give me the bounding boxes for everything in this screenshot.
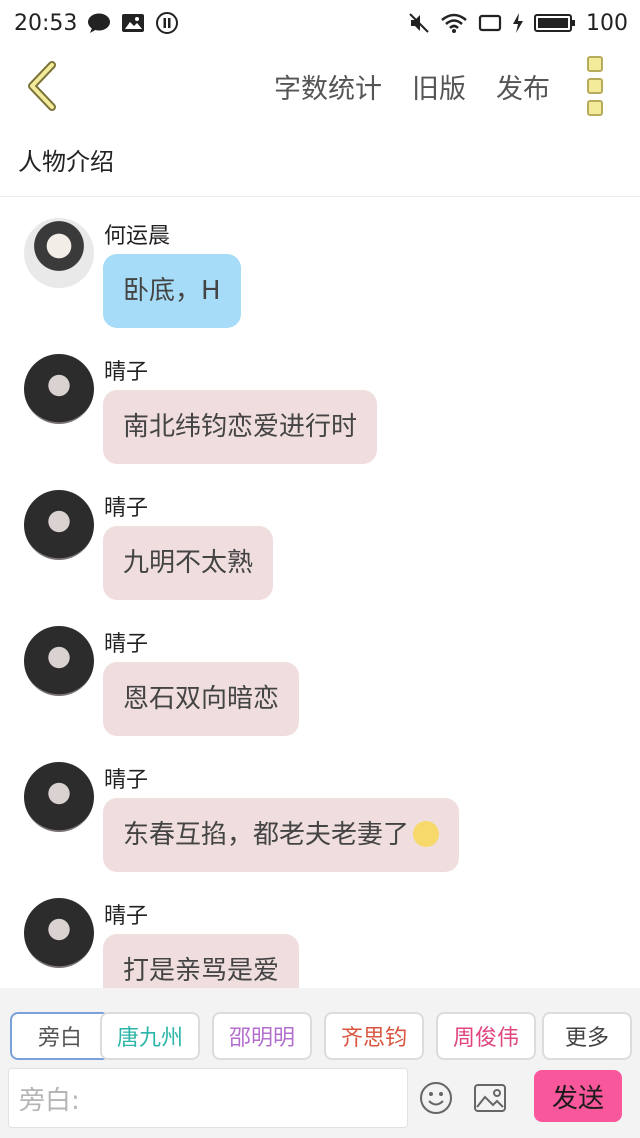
message-bubble[interactable]: 打是亲骂是爱 <box>103 934 300 988</box>
more-characters-button[interactable]: 更多 <box>542 1012 632 1060</box>
avatar[interactable] <box>24 490 94 560</box>
sender-name: 晴子 <box>104 360 149 385</box>
character-chip-narrator[interactable]: 旁白 <box>10 1012 110 1060</box>
battery-icon <box>534 13 576 33</box>
wifi-icon <box>440 12 468 34</box>
message-text: 东春互掐，都老夫老妻了 <box>123 820 410 850</box>
avatar[interactable] <box>24 218 94 288</box>
message-text: 卧底，H <box>123 276 221 306</box>
more-options-button[interactable] <box>580 56 610 116</box>
chip-label: 齐思钧 <box>340 1026 407 1051</box>
more-dot-icon <box>587 78 603 94</box>
message-bubble[interactable]: 九明不太熟 <box>103 526 274 600</box>
back-button[interactable] <box>24 58 64 114</box>
pause-notification-icon <box>155 11 179 35</box>
section-title: 人物介绍 <box>18 148 114 176</box>
back-arrow-icon <box>28 61 56 111</box>
status-right: 100 <box>408 11 628 36</box>
sender-name: 晴子 <box>104 768 149 793</box>
publish-button[interactable]: 发布 <box>496 67 550 106</box>
send-button[interactable]: 发送 <box>534 1070 622 1122</box>
chat-notification-icon <box>87 12 111 34</box>
more-dot-icon <box>587 56 603 72</box>
message-text: 打是亲骂是爱 <box>123 956 280 986</box>
character-chip[interactable]: 唐九州 <box>100 1012 200 1060</box>
word-count-button[interactable]: 字数统计 <box>274 67 382 106</box>
emoji-icon <box>420 1082 452 1114</box>
avatar[interactable] <box>24 626 94 696</box>
input-placeholder: 旁白: <box>19 1085 80 1116</box>
image-notification-icon <box>121 13 145 33</box>
message-list[interactable]: 何运晨 卧底，H 晴子 南北纬钧恋爱进行时 晴子 九明不太熟 晴子 恩石双向暗恋… <box>0 200 640 988</box>
sender-name: 何运晨 <box>104 224 171 249</box>
message-input[interactable]: 旁白: <box>8 1068 408 1128</box>
smirk-emoji-icon <box>413 820 440 847</box>
divider <box>0 196 640 197</box>
status-bar: 20:53 100 <box>0 0 640 46</box>
avatar[interactable] <box>24 898 94 968</box>
sender-name: 晴子 <box>104 904 149 929</box>
charging-icon <box>512 12 524 34</box>
chip-label: 更多 <box>564 1026 609 1051</box>
input-bar: 旁白: 发送 <box>0 1066 640 1138</box>
old-version-button[interactable]: 旧版 <box>412 67 466 106</box>
toolbar-actions: 字数统计 旧版 发布 <box>274 46 640 126</box>
avatar[interactable] <box>24 762 94 832</box>
send-label: 发送 <box>551 1083 604 1114</box>
message-text: 南北纬钧恋爱进行时 <box>123 412 358 442</box>
chip-label: 唐九州 <box>116 1026 183 1051</box>
more-dot-icon <box>587 100 603 116</box>
status-left: 20:53 <box>14 11 179 36</box>
image-icon <box>474 1084 506 1112</box>
chip-label: 邵明明 <box>228 1026 295 1051</box>
message-bubble[interactable]: 东春互掐，都老夫老妻了 <box>103 798 460 872</box>
character-chip[interactable]: 邵明明 <box>212 1012 312 1060</box>
sender-name: 晴子 <box>104 632 149 657</box>
message-bubble[interactable]: 卧底，H <box>103 254 241 328</box>
chip-label: 旁白 <box>37 1026 82 1051</box>
chip-label: 周俊伟 <box>452 1026 519 1051</box>
image-button[interactable] <box>470 1078 510 1118</box>
battery-percent: 100 <box>586 10 628 36</box>
top-app-bar: 字数统计 旧版 发布 <box>0 46 640 126</box>
character-chip[interactable]: 周俊伟 <box>436 1012 536 1060</box>
screen-rotation-icon <box>478 13 502 33</box>
sender-name: 晴子 <box>104 496 149 521</box>
mute-icon <box>408 12 430 34</box>
message-text: 恩石双向暗恋 <box>123 684 280 714</box>
character-chip[interactable]: 齐思钧 <box>324 1012 424 1060</box>
message-bubble[interactable]: 恩石双向暗恋 <box>103 662 300 736</box>
status-time: 20:53 <box>14 10 78 36</box>
character-selector: 旁白 唐九州 邵明明 齐思钧 周俊伟 更多 <box>0 988 640 1066</box>
avatar[interactable] <box>24 354 94 424</box>
message-text: 九明不太熟 <box>123 548 254 578</box>
message-bubble[interactable]: 南北纬钧恋爱进行时 <box>103 390 378 464</box>
emoji-button[interactable] <box>416 1078 456 1118</box>
